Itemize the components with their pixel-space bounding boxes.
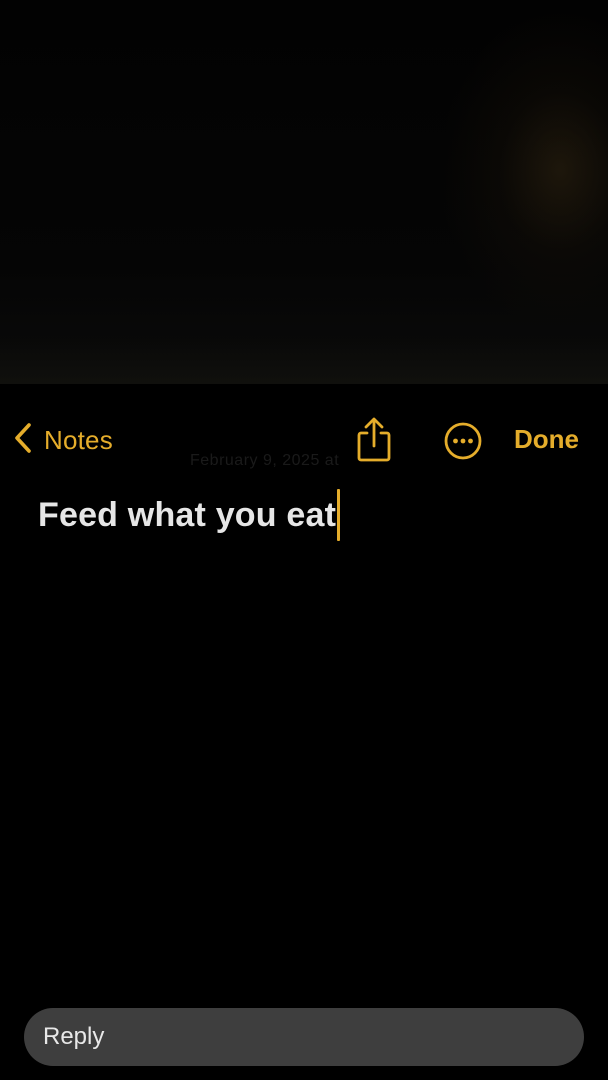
- reply-input[interactable]: Reply: [24, 1008, 584, 1066]
- done-button[interactable]: Done: [514, 424, 579, 458]
- share-icon: [354, 417, 394, 468]
- more-options-button[interactable]: [442, 420, 484, 462]
- screen: Notes Done February 9, 2025 at Feed what…: [0, 0, 608, 1080]
- ellipsis-circle-icon: [442, 422, 484, 466]
- share-button[interactable]: [354, 416, 394, 464]
- back-button-label: Notes: [44, 424, 113, 455]
- back-button[interactable]: Notes: [10, 418, 113, 462]
- reply-placeholder: Reply: [43, 1023, 105, 1050]
- blurred-background: [0, 0, 608, 384]
- note-date: February 9, 2025 at: [190, 452, 340, 469]
- note-editor[interactable]: Feed what you eat: [38, 488, 341, 542]
- note-title-text: Feed what you eat: [38, 495, 337, 534]
- chevron-left-icon: [10, 421, 36, 460]
- text-cursor: [337, 489, 341, 541]
- blurred-background-edge: [0, 340, 608, 384]
